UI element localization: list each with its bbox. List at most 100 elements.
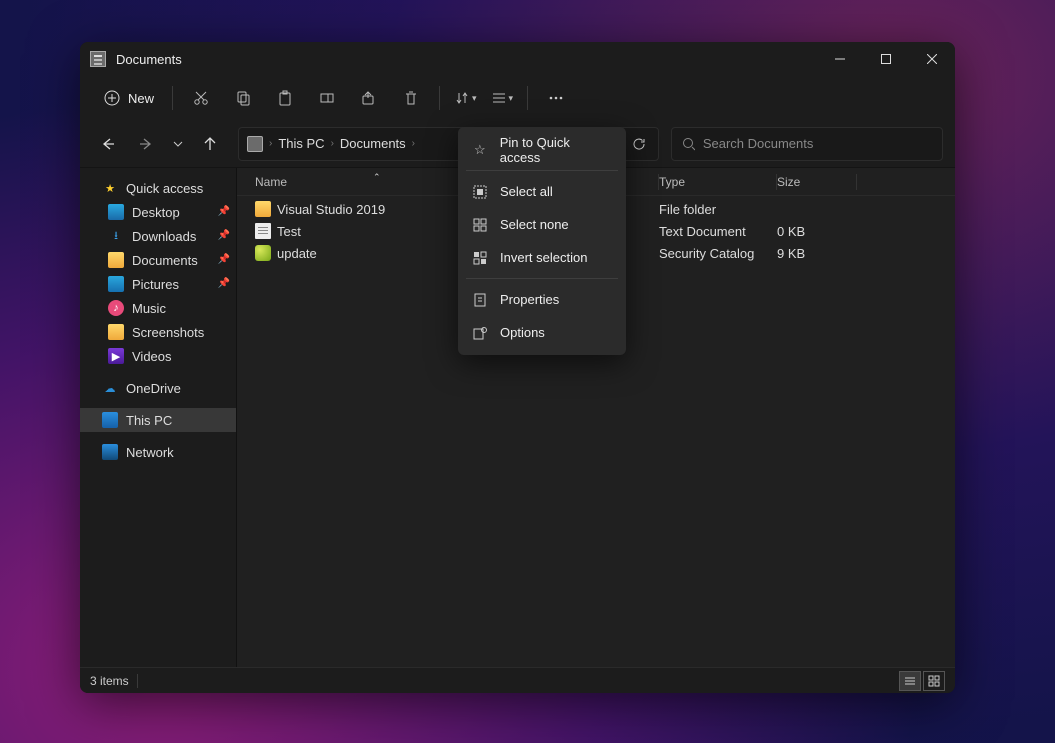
menu-invert-selection[interactable]: Invert selection xyxy=(458,241,626,274)
details-view-button[interactable] xyxy=(899,671,921,691)
separator xyxy=(172,86,173,110)
invert-selection-icon xyxy=(472,250,488,266)
rename-icon xyxy=(319,90,335,106)
arrow-up-icon xyxy=(203,137,217,151)
view-icon xyxy=(491,90,507,106)
maximize-button[interactable] xyxy=(863,42,909,76)
menu-select-none[interactable]: Select none xyxy=(458,208,626,241)
window-title: Documents xyxy=(116,52,182,67)
menu-properties[interactable]: Properties xyxy=(458,283,626,316)
properties-icon xyxy=(472,292,488,308)
chevron-right-icon: › xyxy=(269,138,272,149)
sidebar-item-pictures[interactable]: Pictures📌 xyxy=(80,272,236,296)
view-button[interactable]: ▾ xyxy=(485,80,520,116)
more-menu: ☆Pin to Quick access Select all Select n… xyxy=(458,127,626,355)
item-count: 3 items xyxy=(90,674,129,688)
scissors-icon xyxy=(193,90,209,106)
select-none-icon xyxy=(472,217,488,233)
sidebar-item-desktop[interactable]: Desktop📌 xyxy=(80,200,236,224)
catalog-file-icon xyxy=(255,245,271,261)
sidebar-onedrive[interactable]: ☁OneDrive xyxy=(80,376,236,400)
options-icon xyxy=(472,325,488,341)
pin-icon: 📌 xyxy=(218,230,230,241)
delete-button[interactable] xyxy=(391,80,431,116)
file-explorer-window: Documents New ▾ ▾ xyxy=(80,42,955,693)
paste-button[interactable] xyxy=(265,80,305,116)
toolbar: New ▾ ▾ xyxy=(80,76,955,120)
pin-icon: 📌 xyxy=(218,278,230,289)
share-icon xyxy=(361,90,377,106)
star-outline-icon: ☆ xyxy=(472,142,488,158)
navigation-pane: ★Quick access Desktop📌 ⭳Downloads📌 Docum… xyxy=(80,168,237,667)
more-button[interactable] xyxy=(536,80,576,116)
sidebar-item-music[interactable]: ♪Music xyxy=(80,296,236,320)
more-icon xyxy=(548,90,564,106)
folder-icon xyxy=(247,136,263,152)
back-button[interactable] xyxy=(92,128,124,160)
list-icon xyxy=(904,675,916,687)
history-button[interactable] xyxy=(168,128,188,160)
trash-icon xyxy=(403,90,419,106)
folder-icon xyxy=(255,201,271,217)
view-toggle xyxy=(899,671,945,691)
star-icon: ★ xyxy=(102,180,118,196)
thumbnails-view-button[interactable] xyxy=(923,671,945,691)
copy-button[interactable] xyxy=(223,80,263,116)
new-button[interactable]: New xyxy=(94,84,164,112)
chevron-down-icon: ▾ xyxy=(472,93,477,104)
minimize-button[interactable] xyxy=(817,42,863,76)
sidebar-item-screenshots[interactable]: Screenshots xyxy=(80,320,236,344)
sidebar-network[interactable]: Network xyxy=(80,440,236,464)
music-icon: ♪ xyxy=(108,300,124,316)
share-button[interactable] xyxy=(349,80,389,116)
desktop-icon xyxy=(108,204,124,220)
sidebar-item-documents[interactable]: Documents📌 xyxy=(80,248,236,272)
folder-icon xyxy=(108,324,124,340)
text-file-icon xyxy=(255,223,271,239)
arrow-right-icon xyxy=(139,137,153,151)
up-button[interactable] xyxy=(194,128,226,160)
sort-icon xyxy=(454,90,470,106)
column-size[interactable]: Size xyxy=(777,168,857,196)
pin-icon: 📌 xyxy=(218,254,230,265)
forward-button[interactable] xyxy=(130,128,162,160)
pc-icon xyxy=(102,412,118,428)
sidebar-item-downloads[interactable]: ⭳Downloads📌 xyxy=(80,224,236,248)
plus-circle-icon xyxy=(104,90,120,106)
close-button[interactable] xyxy=(909,42,955,76)
sort-button[interactable]: ▾ xyxy=(448,80,483,116)
close-icon xyxy=(927,54,937,64)
pin-icon: 📌 xyxy=(218,206,230,217)
cloud-icon: ☁ xyxy=(102,380,118,396)
separator xyxy=(466,170,618,171)
sidebar-item-videos[interactable]: ▶Videos xyxy=(80,344,236,368)
pictures-icon xyxy=(108,276,124,292)
arrow-left-icon xyxy=(101,137,115,151)
app-icon xyxy=(90,51,106,67)
column-name[interactable]: Name⌃ xyxy=(255,168,461,196)
separator xyxy=(137,674,138,688)
new-label: New xyxy=(128,91,154,106)
menu-select-all[interactable]: Select all xyxy=(458,175,626,208)
column-type[interactable]: Type xyxy=(659,168,777,196)
menu-options[interactable]: Options xyxy=(458,316,626,349)
downloads-icon: ⭳ xyxy=(108,228,124,244)
rename-button[interactable] xyxy=(307,80,347,116)
search-input[interactable] xyxy=(703,136,932,151)
network-icon xyxy=(102,444,118,460)
separator xyxy=(439,86,440,110)
maximize-icon xyxy=(881,54,891,64)
breadcrumb-root[interactable]: This PC xyxy=(278,136,324,151)
menu-pin-quick-access[interactable]: ☆Pin to Quick access xyxy=(458,133,626,166)
minimize-icon xyxy=(835,54,845,64)
documents-icon xyxy=(108,252,124,268)
separator xyxy=(466,278,618,279)
cut-button[interactable] xyxy=(181,80,221,116)
separator xyxy=(527,86,528,110)
breadcrumb-folder[interactable]: Documents xyxy=(340,136,406,151)
refresh-icon xyxy=(632,137,646,151)
search-box[interactable] xyxy=(671,127,943,161)
sidebar-quick-access[interactable]: ★Quick access xyxy=(80,176,236,200)
sidebar-this-pc[interactable]: This PC xyxy=(80,408,236,432)
chevron-right-icon: › xyxy=(412,138,415,149)
